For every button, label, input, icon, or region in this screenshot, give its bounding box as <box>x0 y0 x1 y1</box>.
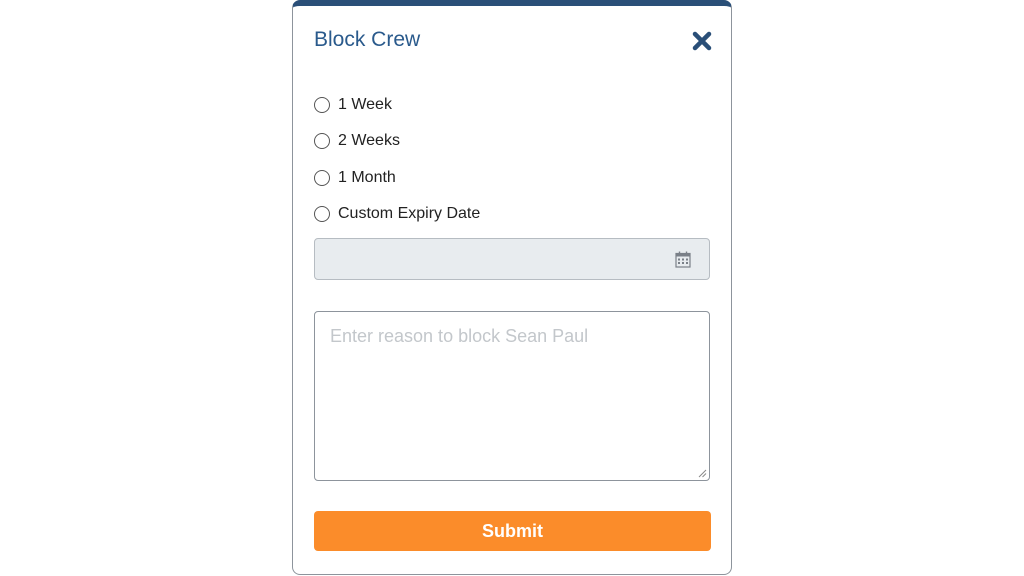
radio-label: 1 Week <box>338 96 392 113</box>
expiry-date-field[interactable] <box>314 238 710 280</box>
radio-button[interactable] <box>314 133 330 149</box>
radio-label: 2 Weeks <box>338 132 400 149</box>
submit-button[interactable]: Submit <box>314 511 711 551</box>
block-reason-textarea[interactable] <box>314 311 710 481</box>
dialog-title: Block Crew <box>314 28 421 51</box>
radio-button[interactable] <box>314 206 330 222</box>
resize-handle-icon[interactable] <box>698 469 707 478</box>
radio-option-1-month[interactable]: 1 Month <box>314 169 396 187</box>
radio-option-1-week[interactable]: 1 Week <box>314 96 392 114</box>
radio-option-2-weeks[interactable]: 2 Weeks <box>314 132 400 150</box>
calendar-icon[interactable] <box>675 251 691 268</box>
radio-button[interactable] <box>314 170 330 186</box>
radio-label: 1 Month <box>338 169 396 186</box>
radio-label: Custom Expiry Date <box>338 205 481 222</box>
radio-button[interactable] <box>314 97 330 113</box>
radio-option-custom-expiry-date[interactable]: Custom Expiry Date <box>314 205 480 223</box>
block-crew-dialog: Block Crew 1 Week 2 Weeks 1 Month Custom… <box>292 0 732 575</box>
close-icon[interactable] <box>691 30 713 52</box>
